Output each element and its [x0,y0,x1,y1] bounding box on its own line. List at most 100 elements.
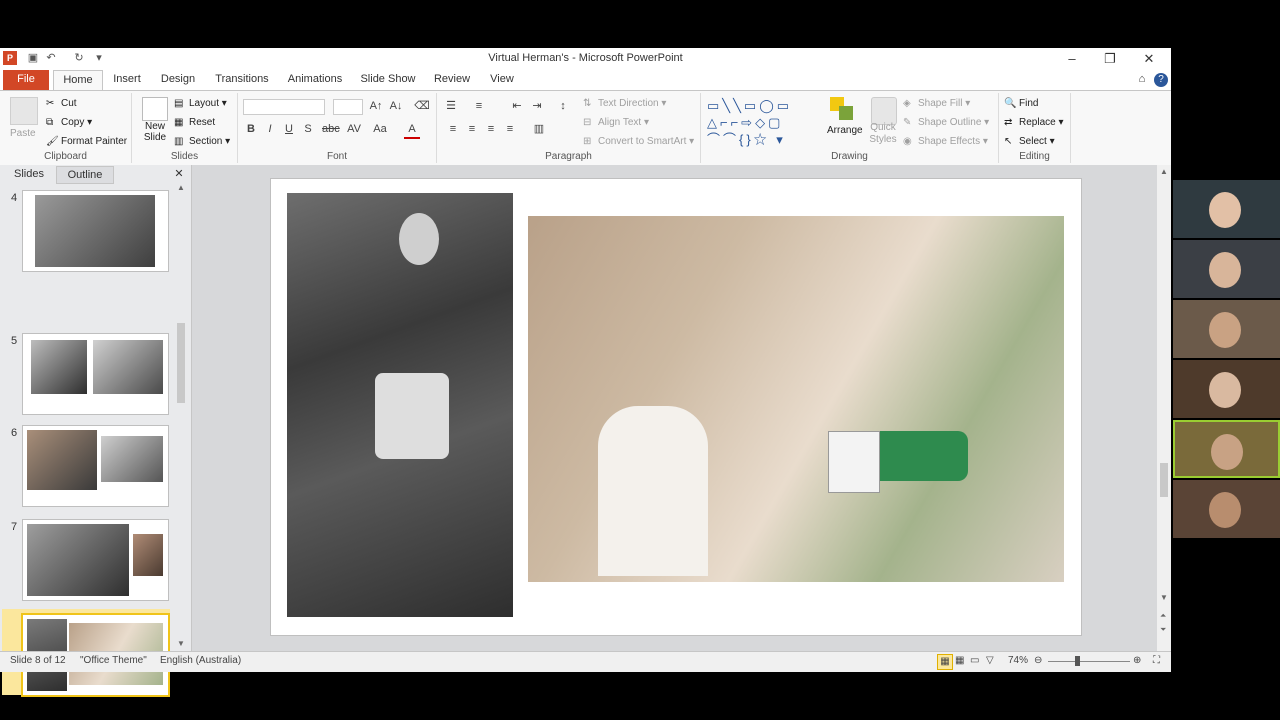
shape-fill-button[interactable]: ◈ Shape Fill ▾ [903,97,970,111]
tab-slide-show[interactable]: Slide Show [356,70,420,90]
theme-name: "Office Theme" [80,655,147,666]
zoom-level[interactable]: 74% [1008,655,1028,666]
close-button[interactable]: ✕ [1130,48,1168,70]
decrease-indent-icon[interactable]: ⇤ [509,98,525,114]
shadow-icon[interactable]: S [300,121,316,137]
slide-thumbnail-4[interactable] [22,190,169,272]
next-slide-icon[interactable]: ⏷ [1160,625,1166,635]
underline-icon[interactable]: U [281,121,297,137]
reading-view-icon[interactable]: ▭ [970,655,979,666]
status-bar: Slide 8 of 12 "Office Theme" English (Au… [0,651,1171,672]
columns-icon[interactable]: ▥ [531,121,547,137]
photo-people-at-laptops[interactable] [528,216,1064,582]
quick-styles-button[interactable]: Quick Styles [865,122,901,146]
zoom-out-icon[interactable]: ⊖ [1034,655,1042,666]
select-button[interactable]: ↖ Select ▾ [1004,135,1055,149]
align-center-icon[interactable]: ≡ [464,121,480,137]
thumbnail-photo [35,195,155,267]
language-indicator[interactable]: English (Australia) [160,655,241,666]
italic-icon[interactable]: I [262,121,278,137]
change-case-icon[interactable]: Aa [372,121,388,137]
replace-button[interactable]: ⇄ Replace ▾ [1004,116,1064,130]
minimize-button[interactable]: – [1053,48,1091,70]
align-left-icon[interactable]: ≡ [445,121,461,137]
fit-to-window-icon[interactable]: ⛶ [1153,655,1160,666]
section-button[interactable]: ▥ Section ▾ [174,135,230,149]
align-text-button[interactable]: ⊟ Align Text ▾ [583,116,649,130]
slide-scrollbar[interactable]: ▲ ▼ ⏶ ⏷ [1157,165,1171,651]
arrange-button[interactable]: Arrange [827,124,863,138]
zoom-slider-thumb[interactable] [1075,656,1080,666]
slide-sorter-icon[interactable]: ▦ [955,655,964,666]
slide-thumbnail-5[interactable] [22,333,169,415]
align-right-icon[interactable]: ≡ [483,121,499,137]
format-painter-button[interactable]: 🖌 Format Painter [46,135,127,149]
bold-icon[interactable]: B [243,121,259,137]
tab-design[interactable]: Design [156,70,200,90]
slide-show-view-icon[interactable]: ▽ [986,655,994,666]
font-size-dropdown[interactable] [333,99,363,115]
tab-review[interactable]: Review [430,70,474,90]
tab-outline[interactable]: Outline [56,166,114,184]
character-spacing-icon[interactable]: AV [346,121,362,137]
increase-indent-icon[interactable]: ⇥ [529,98,545,114]
zoom-in-icon[interactable]: ⊕ [1133,655,1141,666]
close-panel-icon[interactable]: ✕ [172,166,186,182]
scroll-down-icon[interactable]: ▼ [1160,593,1168,602]
scrollbar-thumb[interactable] [1160,463,1168,497]
section-label: Section [189,136,223,147]
find-button[interactable]: 🔍 Find [1004,97,1038,111]
panel-scrollbar[interactable]: ▲ ▼ [175,183,187,651]
copy-button[interactable]: ⧉ Copy ▾ [46,116,92,130]
tab-file[interactable]: File [3,70,49,90]
cut-button[interactable]: ✂ Cut [46,97,77,111]
convert-smartart-button[interactable]: ⊞ Convert to SmartArt ▾ [583,135,694,149]
clear-formatting-icon[interactable]: ⌫ [414,98,430,114]
justify-icon[interactable]: ≡ [502,121,518,137]
photo-man-with-bag[interactable] [287,193,513,617]
slide-thumbnail-6[interactable] [22,425,169,507]
strikethrough-icon[interactable]: abc [322,121,340,137]
new-slide-icon[interactable] [142,97,168,121]
layout-button[interactable]: ▤ Layout ▾ [174,97,227,111]
scrollbar-thumb[interactable] [177,323,185,403]
tab-transitions[interactable]: Transitions [210,70,274,90]
font-color-icon[interactable]: A [404,121,420,139]
minimize-ribbon-icon[interactable]: ⌂ [1134,70,1150,90]
video-tile [1173,360,1280,418]
scroll-up-icon[interactable]: ▲ [1160,167,1168,176]
tab-animations[interactable]: Animations [284,70,346,90]
text-direction-button[interactable]: ⇅ Text Direction ▾ [583,97,666,111]
shrink-font-icon[interactable]: A↓ [388,98,404,114]
tab-slides[interactable]: Slides [6,166,52,182]
shape-effects-button[interactable]: ◉ Shape Effects ▾ [903,135,988,149]
line-spacing-icon[interactable]: ↕ [555,98,571,114]
normal-view-icon[interactable]: ▦ [937,654,953,670]
restore-button[interactable]: ❐ [1091,48,1129,70]
scissors-icon: ✂ [46,98,55,110]
help-icon[interactable]: ? [1154,73,1168,87]
quick-styles-icon[interactable] [871,97,897,125]
grow-font-icon[interactable]: A↑ [368,98,384,114]
reset-button[interactable]: ▦ Reset [174,116,215,130]
scroll-down-icon[interactable]: ▼ [177,639,185,648]
paste-icon[interactable] [10,97,38,125]
shapes-gallery[interactable]: ▭╲╲▭◯▭ △⌐⌐⇨◇▢ ⌒⌒{}☆ ▾ [707,97,821,147]
tab-view[interactable]: View [484,70,520,90]
current-slide[interactable] [270,178,1082,636]
head-shape [399,213,439,265]
participant-avatar [1209,192,1241,228]
tab-insert[interactable]: Insert [108,70,146,90]
new-slide-button[interactable]: New Slide [140,121,170,143]
previous-slide-icon[interactable]: ⏶ [1160,611,1166,621]
font-family-dropdown[interactable] [243,99,325,115]
tab-home[interactable]: Home [53,70,103,91]
slide-thumbnail-7[interactable] [22,519,169,601]
numbering-icon[interactable]: ≡ [471,98,487,114]
arrange-icon[interactable] [830,97,856,123]
paste-button[interactable]: Paste [10,127,36,141]
zoom-slider[interactable] [1048,661,1130,662]
bullets-icon[interactable]: ☰ [443,98,459,114]
scroll-up-icon[interactable]: ▲ [177,183,185,192]
shape-outline-button[interactable]: ✎ Shape Outline ▾ [903,116,989,130]
